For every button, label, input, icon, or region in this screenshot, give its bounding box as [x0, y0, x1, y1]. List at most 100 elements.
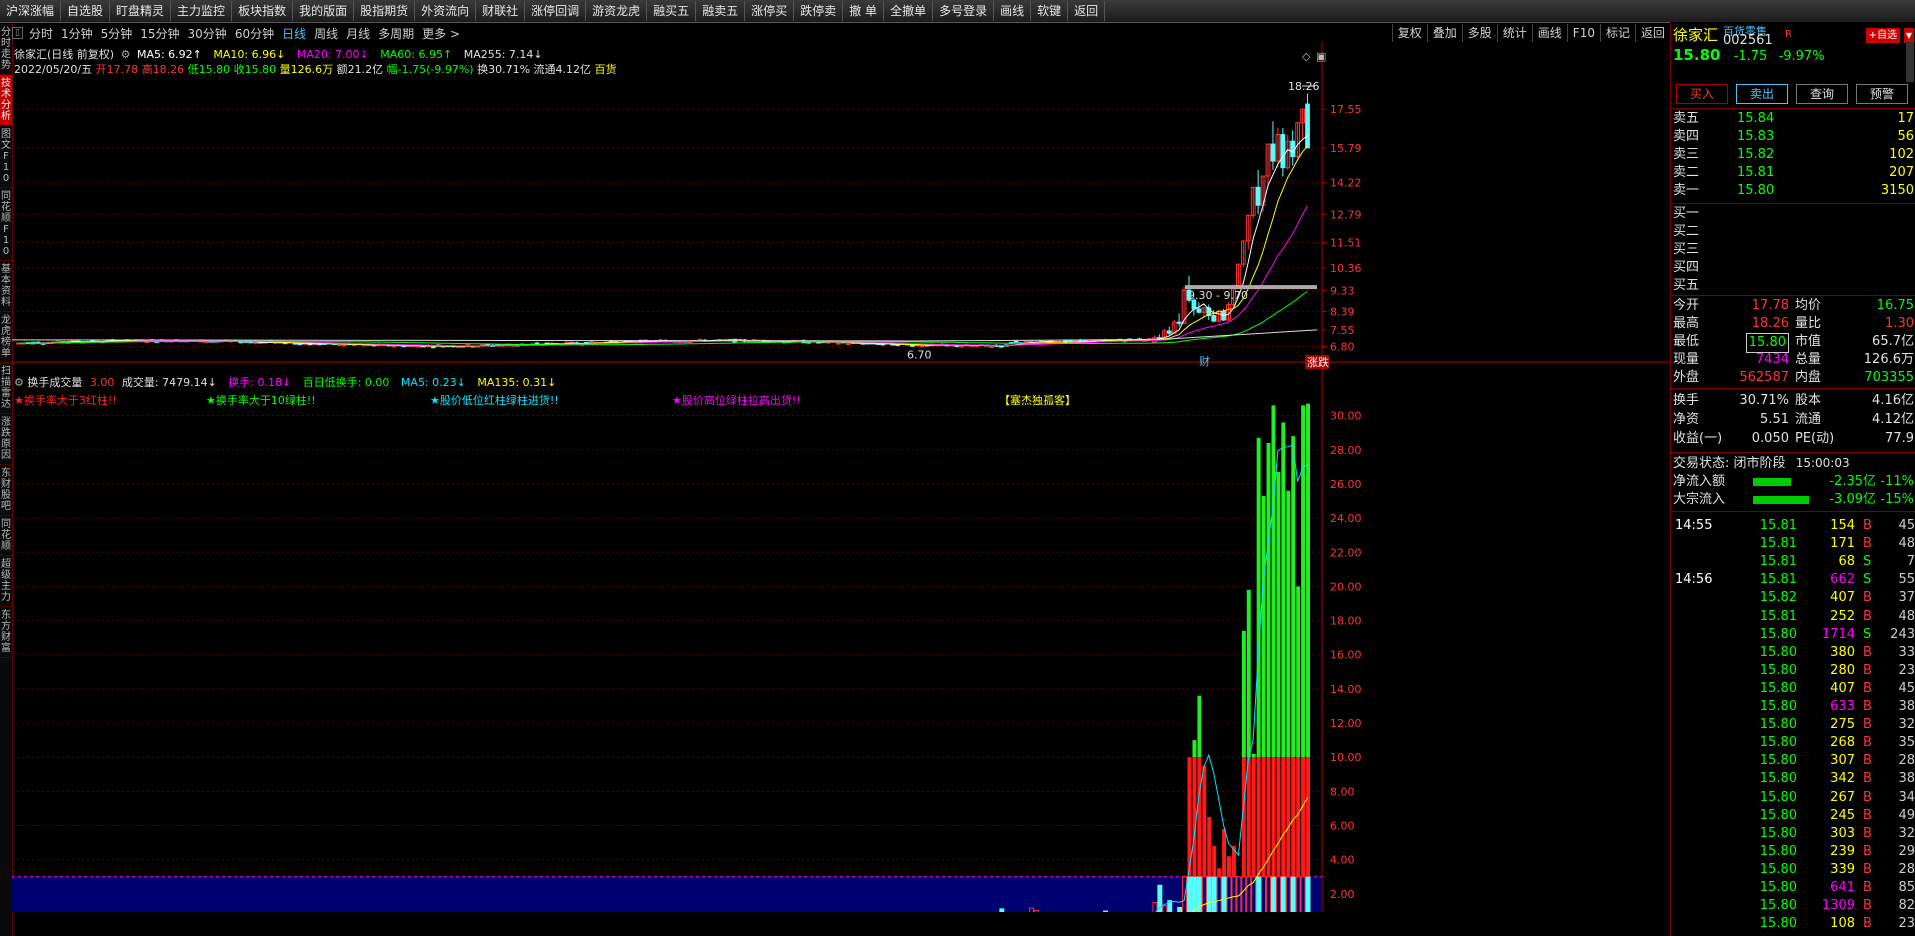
settings-icon[interactable]: ⚙ [121, 48, 131, 61]
tick-row: 15.81 252 B 48 [1673, 608, 1915, 626]
low-turnover-band [12, 876, 1322, 912]
add-watchlist-button[interactable]: +自选 [1865, 28, 1900, 43]
tick-count: 82 [1898, 898, 1915, 914]
ohlc-sector[interactable]: 百货 [595, 63, 617, 76]
vol-axis-label: 18.00 [1330, 615, 1362, 628]
candle-body [1013, 340, 1019, 343]
left-tab-6[interactable]: 扫描雷达 [0, 363, 12, 414]
left-tab-11[interactable]: 东方财富 [0, 607, 12, 658]
tick-volume: 267 [1830, 789, 1855, 805]
turnover-bar-red [1246, 757, 1251, 877]
stat-row: 今开 17.78 均价 16.75 [1673, 297, 1914, 315]
turnover-bar-red [1281, 757, 1286, 877]
signal-cyan: ★股价低位红柱绿柱进货!! [430, 394, 559, 407]
tick-row: 15.80 239 B 29 [1673, 843, 1915, 861]
stat-value: 0.050 [1751, 431, 1789, 446]
stat-value: 15.80 [1745, 333, 1789, 353]
sell-button[interactable]: 卖出 [1736, 84, 1788, 104]
stat-value: 30.71% [1739, 393, 1789, 408]
tick-row: 15.80 641 B 85 [1673, 879, 1915, 897]
flow-row: 大宗流入 -3.09亿 -15% [1673, 491, 1914, 509]
tick-row: 15.81 68 S 7 [1673, 553, 1915, 571]
candle-body [1270, 143, 1276, 162]
tick-side: B [1863, 771, 1872, 787]
price-axis-label: 9.33 [1330, 285, 1355, 298]
left-tab-4[interactable]: 基本资料 [0, 261, 12, 312]
stat-label: PE(动) [1795, 431, 1835, 446]
vol-title[interactable]: 换手成交量 [27, 376, 82, 389]
tick-row: 15.80 1714 S 243 [1673, 626, 1915, 644]
ohlc-low: 低15.80 [187, 63, 231, 76]
tick-side: B [1863, 843, 1872, 859]
sell-level-label: 卖二 [1673, 165, 1700, 180]
turnover-bar-red [1227, 856, 1231, 877]
kline-chart[interactable]: 17.55 15.79 14.22 12.79 11.51 10.36 9.33 8.39 7.… [12, 0, 1670, 912]
ma20-value: MA20: 7.00↓ [296, 48, 369, 61]
tick-side: B [1863, 680, 1872, 696]
price-axis-label: 7.55 [1330, 324, 1355, 337]
sell-level-volume: 17 [1897, 111, 1914, 126]
flow-amount: -3.09亿 [1829, 492, 1876, 507]
left-tab-1[interactable]: 技术分析 [0, 75, 12, 126]
sell-level-price: 15.80 [1737, 183, 1775, 198]
turnover-bar-green [1271, 405, 1276, 758]
panel-icon: ▣ [1316, 50, 1326, 63]
ma20-line [18, 205, 1308, 347]
panel-scrollbar[interactable] [1906, 42, 1914, 82]
buy-button[interactable]: 买入 [1676, 84, 1728, 104]
candle-body [238, 341, 244, 344]
turnover-bar-green [1246, 589, 1251, 758]
sell-level-label: 卖一 [1673, 183, 1700, 198]
left-tab-3[interactable]: 同花顺F10 [0, 188, 12, 261]
price-axis-label: 6.80 [1330, 340, 1355, 353]
stat-value: 18.26 [1751, 316, 1789, 331]
candle-body [1211, 315, 1217, 322]
ohlc-float: 流通4.12亿 [533, 63, 592, 76]
left-tab-2[interactable]: 图文F10 [0, 126, 12, 188]
left-tab-0[interactable]: 分时走势 [0, 24, 12, 75]
tick-volume: 380 [1830, 644, 1855, 660]
left-tab-5[interactable]: 龙虎榜单 [0, 312, 12, 363]
stat-row: 最低 15.80 市值 65.7亿 [1673, 333, 1914, 353]
left-tab-9[interactable]: 同花顺 [0, 516, 12, 556]
turnover-bar-green [1286, 490, 1291, 758]
query-button[interactable]: 查询 [1796, 84, 1848, 104]
flow-row: 净流入额 -2.35亿 -11% [1673, 473, 1914, 491]
stat-label: 收益(一) [1673, 431, 1723, 446]
turnover-bar-base [1177, 907, 1183, 912]
tick-side: S [1863, 554, 1872, 570]
candle-body [1305, 103, 1310, 149]
tick-side: B [1863, 662, 1872, 678]
left-tab-10[interactable]: 超级主力 [0, 556, 12, 607]
stat-row: 最高 18.26 量比 1.30 [1673, 315, 1914, 333]
left-tab-8[interactable]: 东财股吧 [0, 465, 12, 516]
turnover-bar-base [1221, 876, 1227, 912]
turnover-bar-red [1306, 757, 1311, 877]
left-tab-7[interactable]: 涨跌原因 [0, 414, 12, 465]
alert-button[interactable]: 预警 [1856, 84, 1908, 104]
turnover-bar-red [1291, 757, 1296, 877]
ohlc-amount: 额21.2亿 [336, 63, 384, 76]
flow-label: 大宗流入 [1673, 492, 1726, 507]
candle-body [470, 346, 476, 349]
flow-amount: -2.35亿 [1829, 474, 1876, 489]
cai-marker: 财 [1199, 354, 1210, 368]
tick-row: 15.80 245 B 49 [1673, 807, 1915, 825]
main-chart-info: 徐家汇(日线 前复权) ⚙ MA5: 6.92↑ MA10: 6.96↓ MA2… [14, 46, 543, 62]
sell-level-label: 卖五 [1673, 111, 1700, 126]
sell-level-price: 15.82 [1737, 147, 1775, 162]
ohlc-close: 收15.80 [233, 63, 277, 76]
tick-volume: 641 [1830, 880, 1855, 895]
indicator-settings-icon[interactable]: ⚙ [14, 376, 24, 389]
vol-ma135: MA135: 0.31↓ [477, 376, 557, 389]
dropdown-icon[interactable]: ▼ [1904, 28, 1914, 43]
tick-volume: 303 [1830, 825, 1855, 841]
tick-row: 15.80 380 B 33 [1673, 644, 1915, 662]
turnover-bar-green [1192, 740, 1197, 758]
buy-level: 买五 [1673, 277, 1914, 295]
price-axis-label: 11.51 [1330, 237, 1362, 250]
stat-row: 外盘 562587 内盘 703355 [1673, 369, 1914, 387]
turnover-bar-red [1256, 757, 1261, 877]
tick-row: 15.80 275 B 32 [1673, 716, 1915, 734]
candle-body [919, 345, 925, 348]
